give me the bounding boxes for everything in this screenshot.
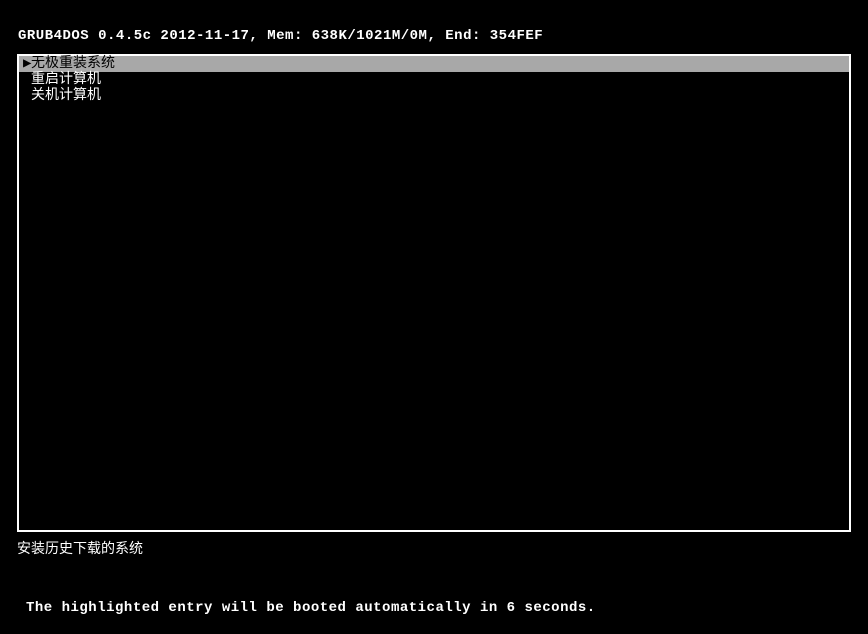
menu-item-reboot[interactable]: 重启计算机 <box>19 72 849 88</box>
countdown-message: The highlighted entry will be booted aut… <box>26 600 596 616</box>
boot-header: GRUB4DOS 0.4.5c 2012-11-17, Mem: 638K/10… <box>0 0 868 44</box>
menu-description: 安装历史下载的系统 <box>0 532 868 558</box>
menu-item-label: 无极重装系统 <box>31 56 115 72</box>
menu-item-label: 重启计算机 <box>31 72 101 88</box>
menu-item-shutdown[interactable]: 关机计算机 <box>19 88 849 104</box>
menu-item-reinstall[interactable]: ▶ 无极重装系统 <box>19 56 849 72</box>
menu-item-label: 关机计算机 <box>31 88 101 104</box>
selection-marker-icon: ▶ <box>23 56 31 72</box>
boot-menu: ▶ 无极重装系统 重启计算机 关机计算机 <box>17 54 851 532</box>
